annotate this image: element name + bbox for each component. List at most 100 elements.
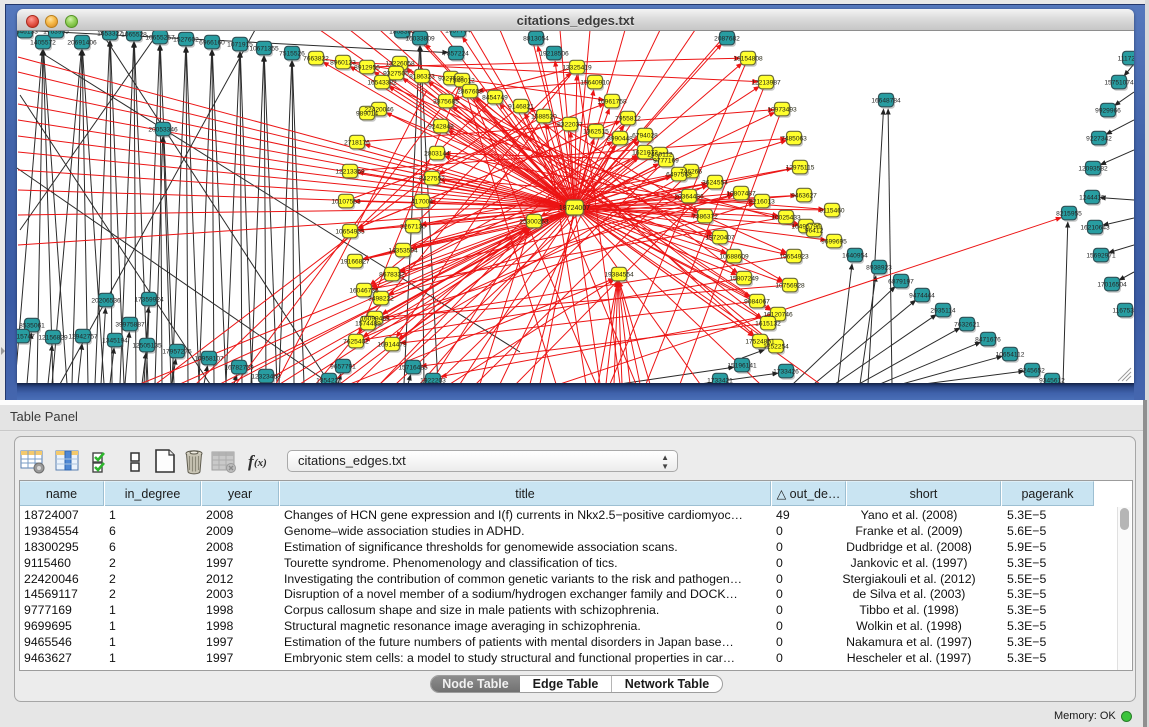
svg-text:8813054: 8813054 [523,35,549,42]
svg-text:10958107: 10958107 [194,355,224,362]
svg-text:8215955: 8215955 [1056,210,1082,217]
svg-text:7485063: 7485063 [781,135,807,142]
svg-text:10654112: 10654112 [996,351,1025,358]
svg-text:6966160: 6966160 [199,39,225,46]
svg-text:8990448: 8990448 [607,135,633,142]
svg-text:16210643: 16210643 [1080,224,1110,231]
svg-text:10973493: 10973493 [767,106,797,113]
svg-text:20053346: 20053346 [148,126,178,133]
svg-text:19166827: 19166827 [340,258,370,265]
svg-text:16154808: 16154808 [733,55,763,62]
svg-text:12156829: 12156829 [38,334,68,341]
svg-text:20206536: 20206536 [91,297,121,304]
svg-text:3624554: 3624554 [702,179,728,186]
svg-text:16914479: 16914479 [377,341,407,348]
svg-text:1167533: 1167533 [1112,307,1134,314]
svg-text:1527602: 1527602 [173,36,199,43]
svg-text:7515526: 7515526 [279,50,305,57]
svg-text:1065528: 1065528 [121,31,147,38]
svg-text:3498222: 3498222 [368,295,394,302]
svg-text:6497568: 6497568 [666,171,692,178]
svg-text:15196141: 15196141 [727,362,757,369]
svg-text:9146821: 9146821 [508,103,534,110]
svg-text:7663822: 7663822 [303,55,329,62]
svg-text:9227342: 9227342 [1086,135,1112,142]
svg-text:6879197: 6879197 [888,278,914,285]
svg-text:7386372: 7386372 [692,213,718,220]
svg-text:417004: 417004 [411,198,433,205]
svg-text:1252254: 1252254 [763,343,789,350]
svg-text:96412: 96412 [805,227,824,234]
svg-text:9327505: 9327505 [383,70,409,77]
svg-text:17016504: 17016504 [1097,281,1127,288]
svg-text:15692971: 15692971 [1086,252,1116,259]
svg-text:1653327: 1653327 [97,31,123,37]
svg-text:2867608: 2867608 [457,88,483,95]
svg-text:2087682: 2087682 [714,35,740,42]
svg-text:15716485: 15716485 [398,364,428,371]
svg-text:1922203: 1922203 [420,377,446,383]
svg-text:9777169: 9777169 [653,157,679,164]
svg-text:8912956: 8912956 [354,64,380,71]
svg-text:10756928: 10756928 [775,282,805,289]
svg-text:10654935: 10654935 [335,228,365,235]
svg-text:1362515: 1362515 [583,128,609,135]
svg-text:3875685: 3875685 [433,98,459,105]
svg-text:1244415: 1244415 [1079,194,1105,201]
svg-text:(x): (x) [254,457,267,469]
svg-text:2803144: 2803144 [424,150,450,157]
svg-text:1640954: 1640954 [842,252,868,259]
svg-text:12093582: 12093582 [1078,165,1108,172]
svg-text:1588520: 1588520 [531,113,557,120]
svg-text:8678332: 8678332 [379,271,405,278]
svg-text:3267130: 3267130 [400,223,426,230]
svg-text:9245652: 9245652 [1019,367,1045,374]
svg-text:7546012: 7546012 [449,77,475,84]
svg-text:9463627: 9463627 [791,192,817,199]
svg-text:9115460: 9115460 [819,207,845,214]
svg-text:14353594: 14353594 [388,247,418,254]
svg-text:17359924: 17359924 [134,296,164,303]
svg-text:7625402: 7625402 [343,338,369,345]
svg-text:8454749: 8454749 [482,94,508,101]
svg-text:9699695: 9699695 [821,238,847,245]
svg-text:15807249: 15807249 [729,275,759,282]
svg-text:18724007: 18724007 [559,205,590,212]
svg-text:989014: 989014 [356,110,378,117]
svg-text:8471676: 8471676 [975,336,1001,343]
svg-text:3915747: 3915747 [17,333,35,340]
svg-text:16782759: 16782759 [224,364,254,371]
svg-text:9242848: 9242848 [428,123,454,130]
svg-text:12942757: 12942757 [68,333,98,340]
svg-text:9084067: 9084067 [744,298,770,305]
svg-text:10688609: 10688609 [719,253,749,260]
svg-text:9345612: 9345612 [1039,377,1065,383]
svg-text:15751074: 15751074 [1104,79,1134,86]
svg-text:16046736: 16046736 [349,287,379,294]
svg-text:13226058: 13226058 [385,60,415,67]
svg-text:10655257: 10655257 [145,34,175,41]
svg-text:25300253: 25300253 [519,218,549,225]
svg-text:8186323: 8186323 [409,73,435,80]
svg-text:16543382: 16543382 [367,79,397,86]
svg-text:8960123: 8960123 [330,59,356,66]
svg-text:10107553: 10107553 [331,198,361,205]
svg-text:9657791: 9657791 [330,363,356,370]
svg-text:12975115: 12975115 [786,164,815,171]
svg-text:8535061: 8535061 [19,322,45,329]
svg-text:1733426: 1733426 [773,368,799,375]
svg-text:1854221: 1854221 [316,377,342,383]
svg-text:19218506: 19218506 [539,50,569,57]
svg-text:12213987: 12213987 [751,79,781,86]
svg-text:1763905: 1763905 [43,31,69,35]
svg-text:1733421: 1733421 [707,377,733,383]
svg-text:1345194: 1345194 [102,337,128,344]
svg-text:1117243: 1117243 [1118,55,1134,62]
svg-text:39975887: 39975887 [115,321,145,328]
svg-text:16120746: 16120746 [763,311,793,318]
svg-text:15640910: 15640910 [580,79,610,86]
svg-text:7955812: 7955812 [615,115,641,122]
svg-text:13325419: 13325419 [562,64,592,71]
svg-text:7632621: 7632621 [954,321,980,328]
svg-text:12213369: 12213369 [335,168,365,175]
